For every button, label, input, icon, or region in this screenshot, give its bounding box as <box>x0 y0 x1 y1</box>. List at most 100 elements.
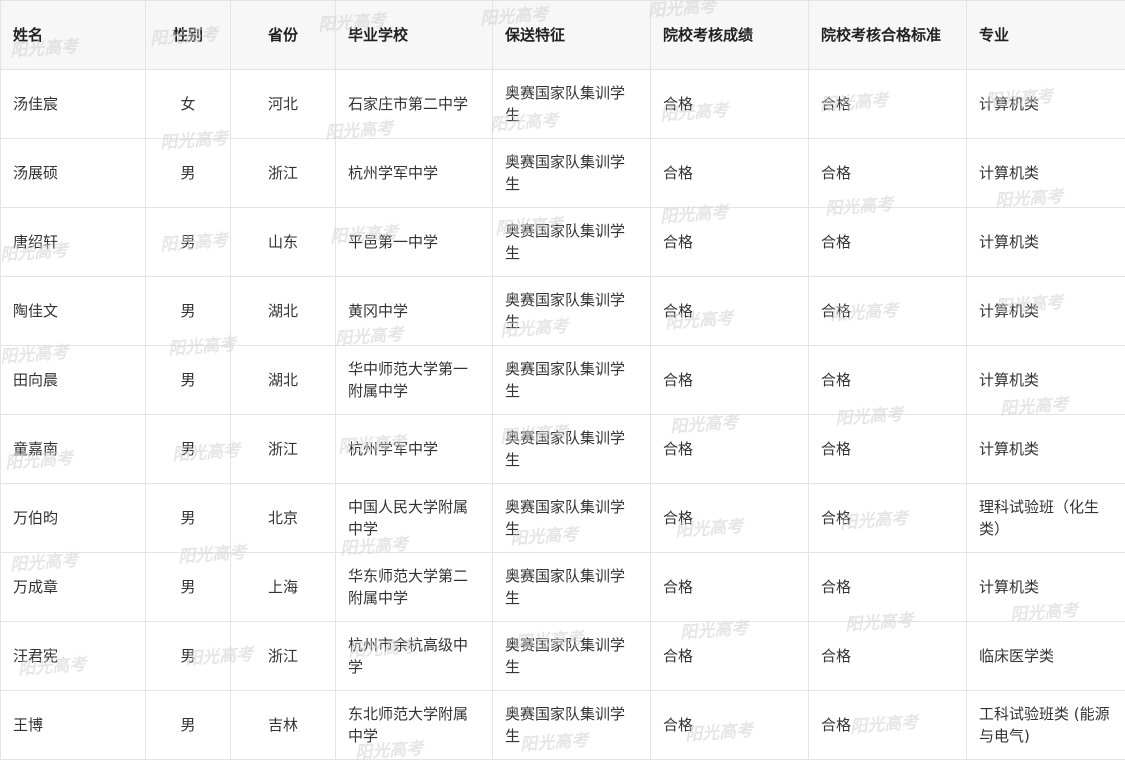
cell-assessment-result: 合格 <box>650 552 809 622</box>
cell-major: 临床医学类 <box>966 621 1125 691</box>
table-header-row: 姓名 性别 省份 毕业学校 保送特征 院校考核成绩 院校考核合格标准 专业 <box>0 0 1125 70</box>
cell-school: 杭州学军中学 <box>335 138 493 208</box>
cell-province: 浙江 <box>230 138 336 208</box>
cell-major: 理科试验班（化生类） <box>966 483 1125 553</box>
cell-admission-type: 奥赛国家队集训学生 <box>492 552 651 622</box>
cell-school: 华中师范大学第一附属中学 <box>335 345 493 415</box>
cell-school: 平邑第一中学 <box>335 207 493 277</box>
cell-admission-type: 奥赛国家队集训学生 <box>492 207 651 277</box>
header-name: 姓名 <box>0 0 146 70</box>
table-row: 陶佳文男湖北 黄冈中学 奥赛国家队集训学生 合格 合格 计算机类 <box>0 276 1125 346</box>
cell-assessment-result: 合格 <box>650 621 809 691</box>
cell-admission-type: 奥赛国家队集训学生 <box>492 276 651 346</box>
cell-gender: 男 <box>145 690 231 760</box>
cell-admission-type: 奥赛国家队集训学生 <box>492 69 651 139</box>
cell-assessment-result: 合格 <box>650 138 809 208</box>
cell-gender: 男 <box>145 552 231 622</box>
header-school: 毕业学校 <box>335 0 493 70</box>
admission-roster-table: 姓名 性别 省份 毕业学校 保送特征 院校考核成绩 院校考核合格标准 专业 汤佳… <box>0 0 1125 760</box>
header-assessment-standard: 院校考核合格标准 <box>808 0 967 70</box>
cell-assessment-standard: 合格 <box>808 276 967 346</box>
cell-major: 计算机类 <box>966 345 1125 415</box>
cell-province: 北京 <box>230 483 336 553</box>
table-row: 汤佳宸女河北 石家庄市第二中学 奥赛国家队集训学生 合格 合格 计算机类 <box>0 69 1125 139</box>
cell-admission-type: 奥赛国家队集训学生 <box>492 414 651 484</box>
cell-assessment-result: 合格 <box>650 690 809 760</box>
table-row: 唐绍轩男山东 平邑第一中学 奥赛国家队集训学生 合格 合格 计算机类 <box>0 207 1125 277</box>
cell-name: 万成章 <box>0 552 146 622</box>
cell-name: 陶佳文 <box>0 276 146 346</box>
cell-school: 东北师范大学附属中学 <box>335 690 493 760</box>
cell-assessment-standard: 合格 <box>808 207 967 277</box>
table-row: 王博男吉林 东北师范大学附属中学 奥赛国家队集训学生 合格 合格 工科试验班类 (能源与电… <box>0 690 1125 760</box>
cell-admission-type: 奥赛国家队集训学生 <box>492 138 651 208</box>
cell-assessment-result: 合格 <box>650 207 809 277</box>
cell-gender: 男 <box>145 414 231 484</box>
cell-major: 计算机类 <box>966 552 1125 622</box>
cell-province: 浙江 <box>230 621 336 691</box>
cell-gender: 男 <box>145 483 231 553</box>
cell-province: 湖北 <box>230 276 336 346</box>
cell-major: 计算机类 <box>966 414 1125 484</box>
cell-name: 汤展硕 <box>0 138 146 208</box>
table-row: 田向晨男湖北 华中师范大学第一附属中学 奥赛国家队集训学生 合格 合格 计算机类 <box>0 345 1125 415</box>
cell-name: 童嘉南 <box>0 414 146 484</box>
table-row: 万成章男上海 华东师范大学第二附属中学 奥赛国家队集训学生 合格 合格 计算机类 <box>0 552 1125 622</box>
cell-major: 工科试验班类 (能源与电气) <box>966 690 1125 760</box>
cell-school: 杭州市余杭高级中学 <box>335 621 493 691</box>
cell-name: 汤佳宸 <box>0 69 146 139</box>
cell-admission-type: 奥赛国家队集训学生 <box>492 621 651 691</box>
cell-assessment-standard: 合格 <box>808 621 967 691</box>
cell-province: 湖北 <box>230 345 336 415</box>
table-row: 汪君宪男浙江 杭州市余杭高级中学 奥赛国家队集训学生 合格 合格 临床医学类 <box>0 621 1125 691</box>
cell-province: 上海 <box>230 552 336 622</box>
cell-assessment-result: 合格 <box>650 345 809 415</box>
cell-gender: 男 <box>145 621 231 691</box>
cell-school: 华东师范大学第二附属中学 <box>335 552 493 622</box>
cell-major: 计算机类 <box>966 69 1125 139</box>
cell-assessment-result: 合格 <box>650 483 809 553</box>
cell-school: 石家庄市第二中学 <box>335 69 493 139</box>
cell-assessment-standard: 合格 <box>808 414 967 484</box>
cell-assessment-result: 合格 <box>650 69 809 139</box>
cell-province: 山东 <box>230 207 336 277</box>
header-admission-type: 保送特征 <box>492 0 651 70</box>
cell-assessment-result: 合格 <box>650 414 809 484</box>
table-row: 童嘉南男浙江 杭州学军中学 奥赛国家队集训学生 合格 合格 计算机类 <box>0 414 1125 484</box>
cell-assessment-standard: 合格 <box>808 552 967 622</box>
table-row: 万伯昀男北京 中国人民大学附属中学 奥赛国家队集训学生 合格 合格 理科试验班（化生类） <box>0 483 1125 553</box>
cell-province: 吉林 <box>230 690 336 760</box>
cell-name: 唐绍轩 <box>0 207 146 277</box>
header-assessment-result: 院校考核成绩 <box>650 0 809 70</box>
cell-admission-type: 奥赛国家队集训学生 <box>492 690 651 760</box>
cell-name: 万伯昀 <box>0 483 146 553</box>
header-province: 省份 <box>230 0 336 70</box>
cell-school: 杭州学军中学 <box>335 414 493 484</box>
cell-assessment-standard: 合格 <box>808 345 967 415</box>
cell-major: 计算机类 <box>966 207 1125 277</box>
table-row: 汤展硕男浙江 杭州学军中学 奥赛国家队集训学生 合格 合格 计算机类 <box>0 138 1125 208</box>
cell-assessment-result: 合格 <box>650 276 809 346</box>
cell-school: 黄冈中学 <box>335 276 493 346</box>
cell-province: 河北 <box>230 69 336 139</box>
cell-gender: 男 <box>145 345 231 415</box>
cell-province: 浙江 <box>230 414 336 484</box>
cell-admission-type: 奥赛国家队集训学生 <box>492 483 651 553</box>
cell-school: 中国人民大学附属中学 <box>335 483 493 553</box>
cell-gender: 男 <box>145 138 231 208</box>
cell-assessment-standard: 合格 <box>808 69 967 139</box>
cell-name: 汪君宪 <box>0 621 146 691</box>
cell-gender: 女 <box>145 69 231 139</box>
cell-major: 计算机类 <box>966 138 1125 208</box>
cell-gender: 男 <box>145 207 231 277</box>
cell-assessment-standard: 合格 <box>808 690 967 760</box>
header-major: 专业 <box>966 0 1125 70</box>
cell-name: 田向晨 <box>0 345 146 415</box>
cell-assessment-standard: 合格 <box>808 138 967 208</box>
cell-major: 计算机类 <box>966 276 1125 346</box>
cell-admission-type: 奥赛国家队集训学生 <box>492 345 651 415</box>
header-gender: 性别 <box>145 0 231 70</box>
cell-gender: 男 <box>145 276 231 346</box>
cell-name: 王博 <box>0 690 146 760</box>
cell-assessment-standard: 合格 <box>808 483 967 553</box>
